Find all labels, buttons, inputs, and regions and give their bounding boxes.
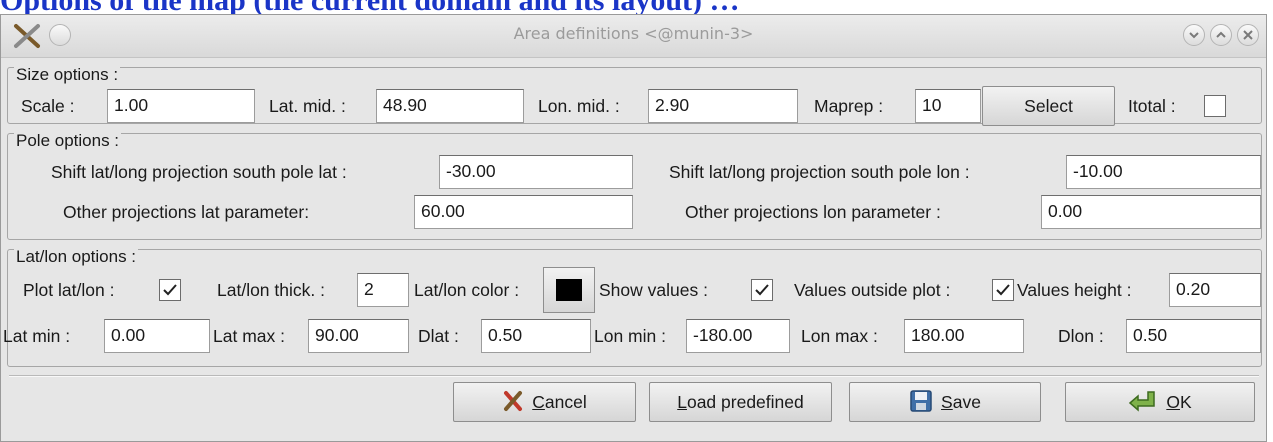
maprep-label: Maprep : xyxy=(814,96,884,116)
chevron-up-icon xyxy=(1216,31,1226,38)
plot-latlon-checkbox[interactable] xyxy=(159,279,181,301)
lon-max-field[interactable]: 180.00 xyxy=(904,319,1024,353)
title-bar[interactable]: Area definitions <@munin-3> xyxy=(1,15,1266,58)
cancel-accel: C xyxy=(532,392,545,412)
ok-label: K xyxy=(1179,392,1192,412)
floppy-disk-icon xyxy=(910,390,932,413)
checkmark-icon xyxy=(163,284,177,296)
lon-min-field[interactable]: -180.00 xyxy=(686,319,790,353)
other-lon-field[interactable]: 0.00 xyxy=(1041,195,1261,229)
ok-accel: O xyxy=(1166,392,1180,412)
dlat-label: Dlat : xyxy=(418,326,459,346)
lon-max-label: Lon max : xyxy=(801,326,878,346)
latlon-thick-field[interactable]: 2 xyxy=(357,273,409,307)
latlon-thick-label: Lat/lon thick. : xyxy=(217,280,325,300)
checkmark-icon xyxy=(755,284,769,296)
itotal-checkbox[interactable] xyxy=(1204,95,1226,117)
lon-mid-field[interactable]: 2.90 xyxy=(648,89,798,123)
load-predefined-button[interactable]: Load predefined xyxy=(649,382,832,422)
save-accel: S xyxy=(941,392,953,412)
close-icon xyxy=(1243,30,1253,40)
close-button[interactable] xyxy=(1237,24,1259,46)
color-swatch xyxy=(556,279,582,301)
dlat-field[interactable]: 0.50 xyxy=(481,319,591,353)
dlon-field[interactable]: 0.50 xyxy=(1126,319,1261,353)
save-button[interactable]: Save xyxy=(849,382,1041,422)
show-values-label: Show values : xyxy=(599,280,708,300)
shift-lon-field[interactable]: -10.00 xyxy=(1066,155,1261,189)
cancel-label: ancel xyxy=(544,392,587,412)
lat-mid-label: Lat. mid. : xyxy=(269,96,346,116)
other-lat-field[interactable]: 60.00 xyxy=(414,195,633,229)
other-lon-label: Other projections lon parameter : xyxy=(685,202,941,222)
values-height-label: Values height : xyxy=(1017,280,1132,300)
load-label: oad predefined xyxy=(686,392,804,412)
latlon-options-legend: Lat/lon options : xyxy=(14,247,139,266)
checkmark-icon xyxy=(996,284,1010,296)
background-page: Options of the map (the current domain a… xyxy=(0,0,1273,14)
select-button[interactable]: Select xyxy=(982,86,1115,126)
other-lat-label: Other projections lat parameter: xyxy=(63,202,310,222)
ok-button[interactable]: OK xyxy=(1065,382,1255,422)
ok-arrow-icon xyxy=(1129,391,1156,413)
show-values-checkbox[interactable] xyxy=(751,279,773,301)
latlon-color-button[interactable] xyxy=(543,267,595,313)
dlon-label: Dlon : xyxy=(1058,326,1104,346)
values-outside-checkbox[interactable] xyxy=(992,279,1014,301)
pole-options-legend: Pole options : xyxy=(14,131,122,150)
area-definitions-dialog: Area definitions <@munin-3> Size options… xyxy=(0,14,1267,442)
lat-mid-field[interactable]: 48.90 xyxy=(376,89,524,123)
shift-lat-label: Shift lat/long projection south pole lat… xyxy=(51,162,347,182)
save-label: ave xyxy=(952,392,981,412)
size-options-legend: Size options : xyxy=(14,65,121,84)
scale-field[interactable]: 1.00 xyxy=(107,89,255,123)
lat-min-label: Lat min : xyxy=(3,326,71,346)
lat-max-field[interactable]: 90.00 xyxy=(308,319,409,353)
button-bar-separator xyxy=(9,375,1259,377)
maprep-field[interactable]: 10 xyxy=(915,89,981,123)
itotal-label: Itotal : xyxy=(1128,96,1176,116)
lon-min-label: Lon min : xyxy=(594,326,666,346)
background-page-text: Options of the map (the current domain a… xyxy=(0,0,739,14)
lat-min-field[interactable]: 0.00 xyxy=(104,319,210,353)
plot-latlon-label: Plot lat/lon : xyxy=(23,280,115,300)
lat-max-label: Lat max : xyxy=(213,326,285,346)
scale-label: Scale : xyxy=(21,96,75,116)
latlon-color-label: Lat/lon color : xyxy=(414,280,520,300)
chevron-down-icon xyxy=(1189,32,1199,39)
cancel-button[interactable]: Cancel xyxy=(453,382,636,422)
load-accel: L xyxy=(677,392,687,412)
minimize-button[interactable] xyxy=(1183,24,1205,46)
values-outside-label: Values outside plot : xyxy=(794,280,951,300)
maximize-button[interactable] xyxy=(1210,24,1232,46)
values-height-field[interactable]: 0.20 xyxy=(1169,273,1261,307)
lon-mid-label: Lon. mid. : xyxy=(538,96,620,116)
shift-lon-label: Shift lat/long projection south pole lon… xyxy=(669,162,970,182)
shift-lat-field[interactable]: -30.00 xyxy=(439,155,633,189)
window-title: Area definitions <@munin-3> xyxy=(513,24,754,43)
cancel-icon xyxy=(504,391,523,412)
